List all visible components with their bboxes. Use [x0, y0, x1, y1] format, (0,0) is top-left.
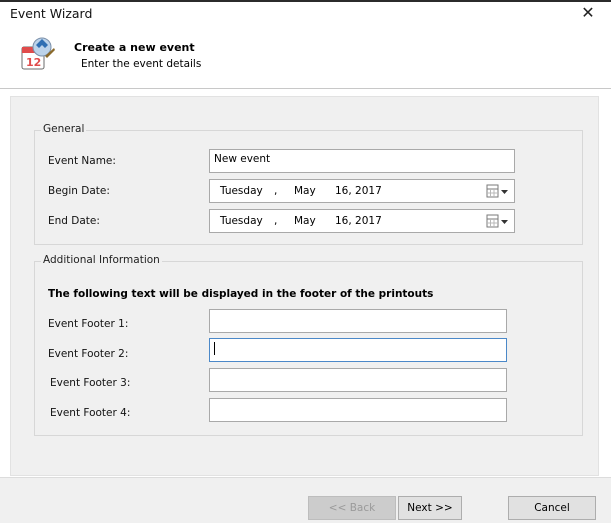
cancel-button[interactable]: Cancel: [508, 496, 596, 520]
event-footer-1-input[interactable]: [209, 309, 507, 333]
header-title: Create a new event: [74, 41, 195, 54]
general-group: General Event Name: New event Begin Date…: [34, 123, 583, 245]
end-date-separator: ,: [274, 215, 278, 227]
next-button[interactable]: Next >>: [398, 496, 462, 520]
begin-date-label: Begin Date:: [48, 185, 110, 197]
event-footer-4-input[interactable]: [209, 398, 507, 422]
additional-info-legend: Additional Information: [41, 254, 162, 266]
calendar-dropdown-icon[interactable]: [486, 214, 510, 229]
calendar-dropdown-icon[interactable]: [486, 184, 510, 199]
wizard-header: 12 Create a new event Enter the event de…: [0, 26, 611, 88]
event-footer-3-input[interactable]: [209, 368, 507, 392]
event-name-label: Event Name:: [48, 155, 116, 167]
event-footer-3-label: Event Footer 3:: [50, 377, 131, 389]
wizard-footer: << Back Next >> Cancel: [0, 477, 611, 523]
begin-date-day-year[interactable]: 16, 2017: [335, 185, 382, 197]
svg-text:12: 12: [26, 56, 41, 69]
text-caret: [214, 342, 215, 355]
back-button[interactable]: << Back: [308, 496, 396, 520]
end-date-weekday[interactable]: Tuesday: [220, 215, 263, 227]
additional-info-group: Additional Information The following tex…: [34, 254, 583, 436]
close-icon[interactable]: ✕: [575, 2, 601, 24]
end-date-day-year[interactable]: 16, 2017: [335, 215, 382, 227]
begin-date-separator: ,: [274, 185, 278, 197]
header-divider: [0, 88, 611, 89]
calendar-wizard-icon: 12: [21, 37, 55, 70]
begin-date-weekday[interactable]: Tuesday: [220, 185, 263, 197]
end-date-picker[interactable]: Tuesday , May 16, 2017: [209, 209, 515, 233]
end-date-label: End Date:: [48, 215, 100, 227]
begin-date-month[interactable]: May: [294, 185, 316, 197]
begin-date-picker[interactable]: Tuesday , May 16, 2017: [209, 179, 515, 203]
general-legend: General: [41, 123, 87, 135]
window-title: Event Wizard: [10, 6, 93, 21]
header-subtitle: Enter the event details: [81, 58, 202, 70]
footer-note: The following text will be displayed in …: [48, 288, 434, 300]
end-date-month[interactable]: May: [294, 215, 316, 227]
event-footer-2-input[interactable]: [209, 338, 507, 362]
event-footer-2-label: Event Footer 2:: [48, 348, 129, 360]
wizard-body: General Event Name: New event Begin Date…: [10, 96, 599, 476]
event-footer-4-label: Event Footer 4:: [50, 407, 131, 419]
event-name-input[interactable]: New event: [209, 149, 515, 173]
event-footer-1-label: Event Footer 1:: [48, 318, 129, 330]
title-bar: Event Wizard ✕: [0, 2, 611, 26]
